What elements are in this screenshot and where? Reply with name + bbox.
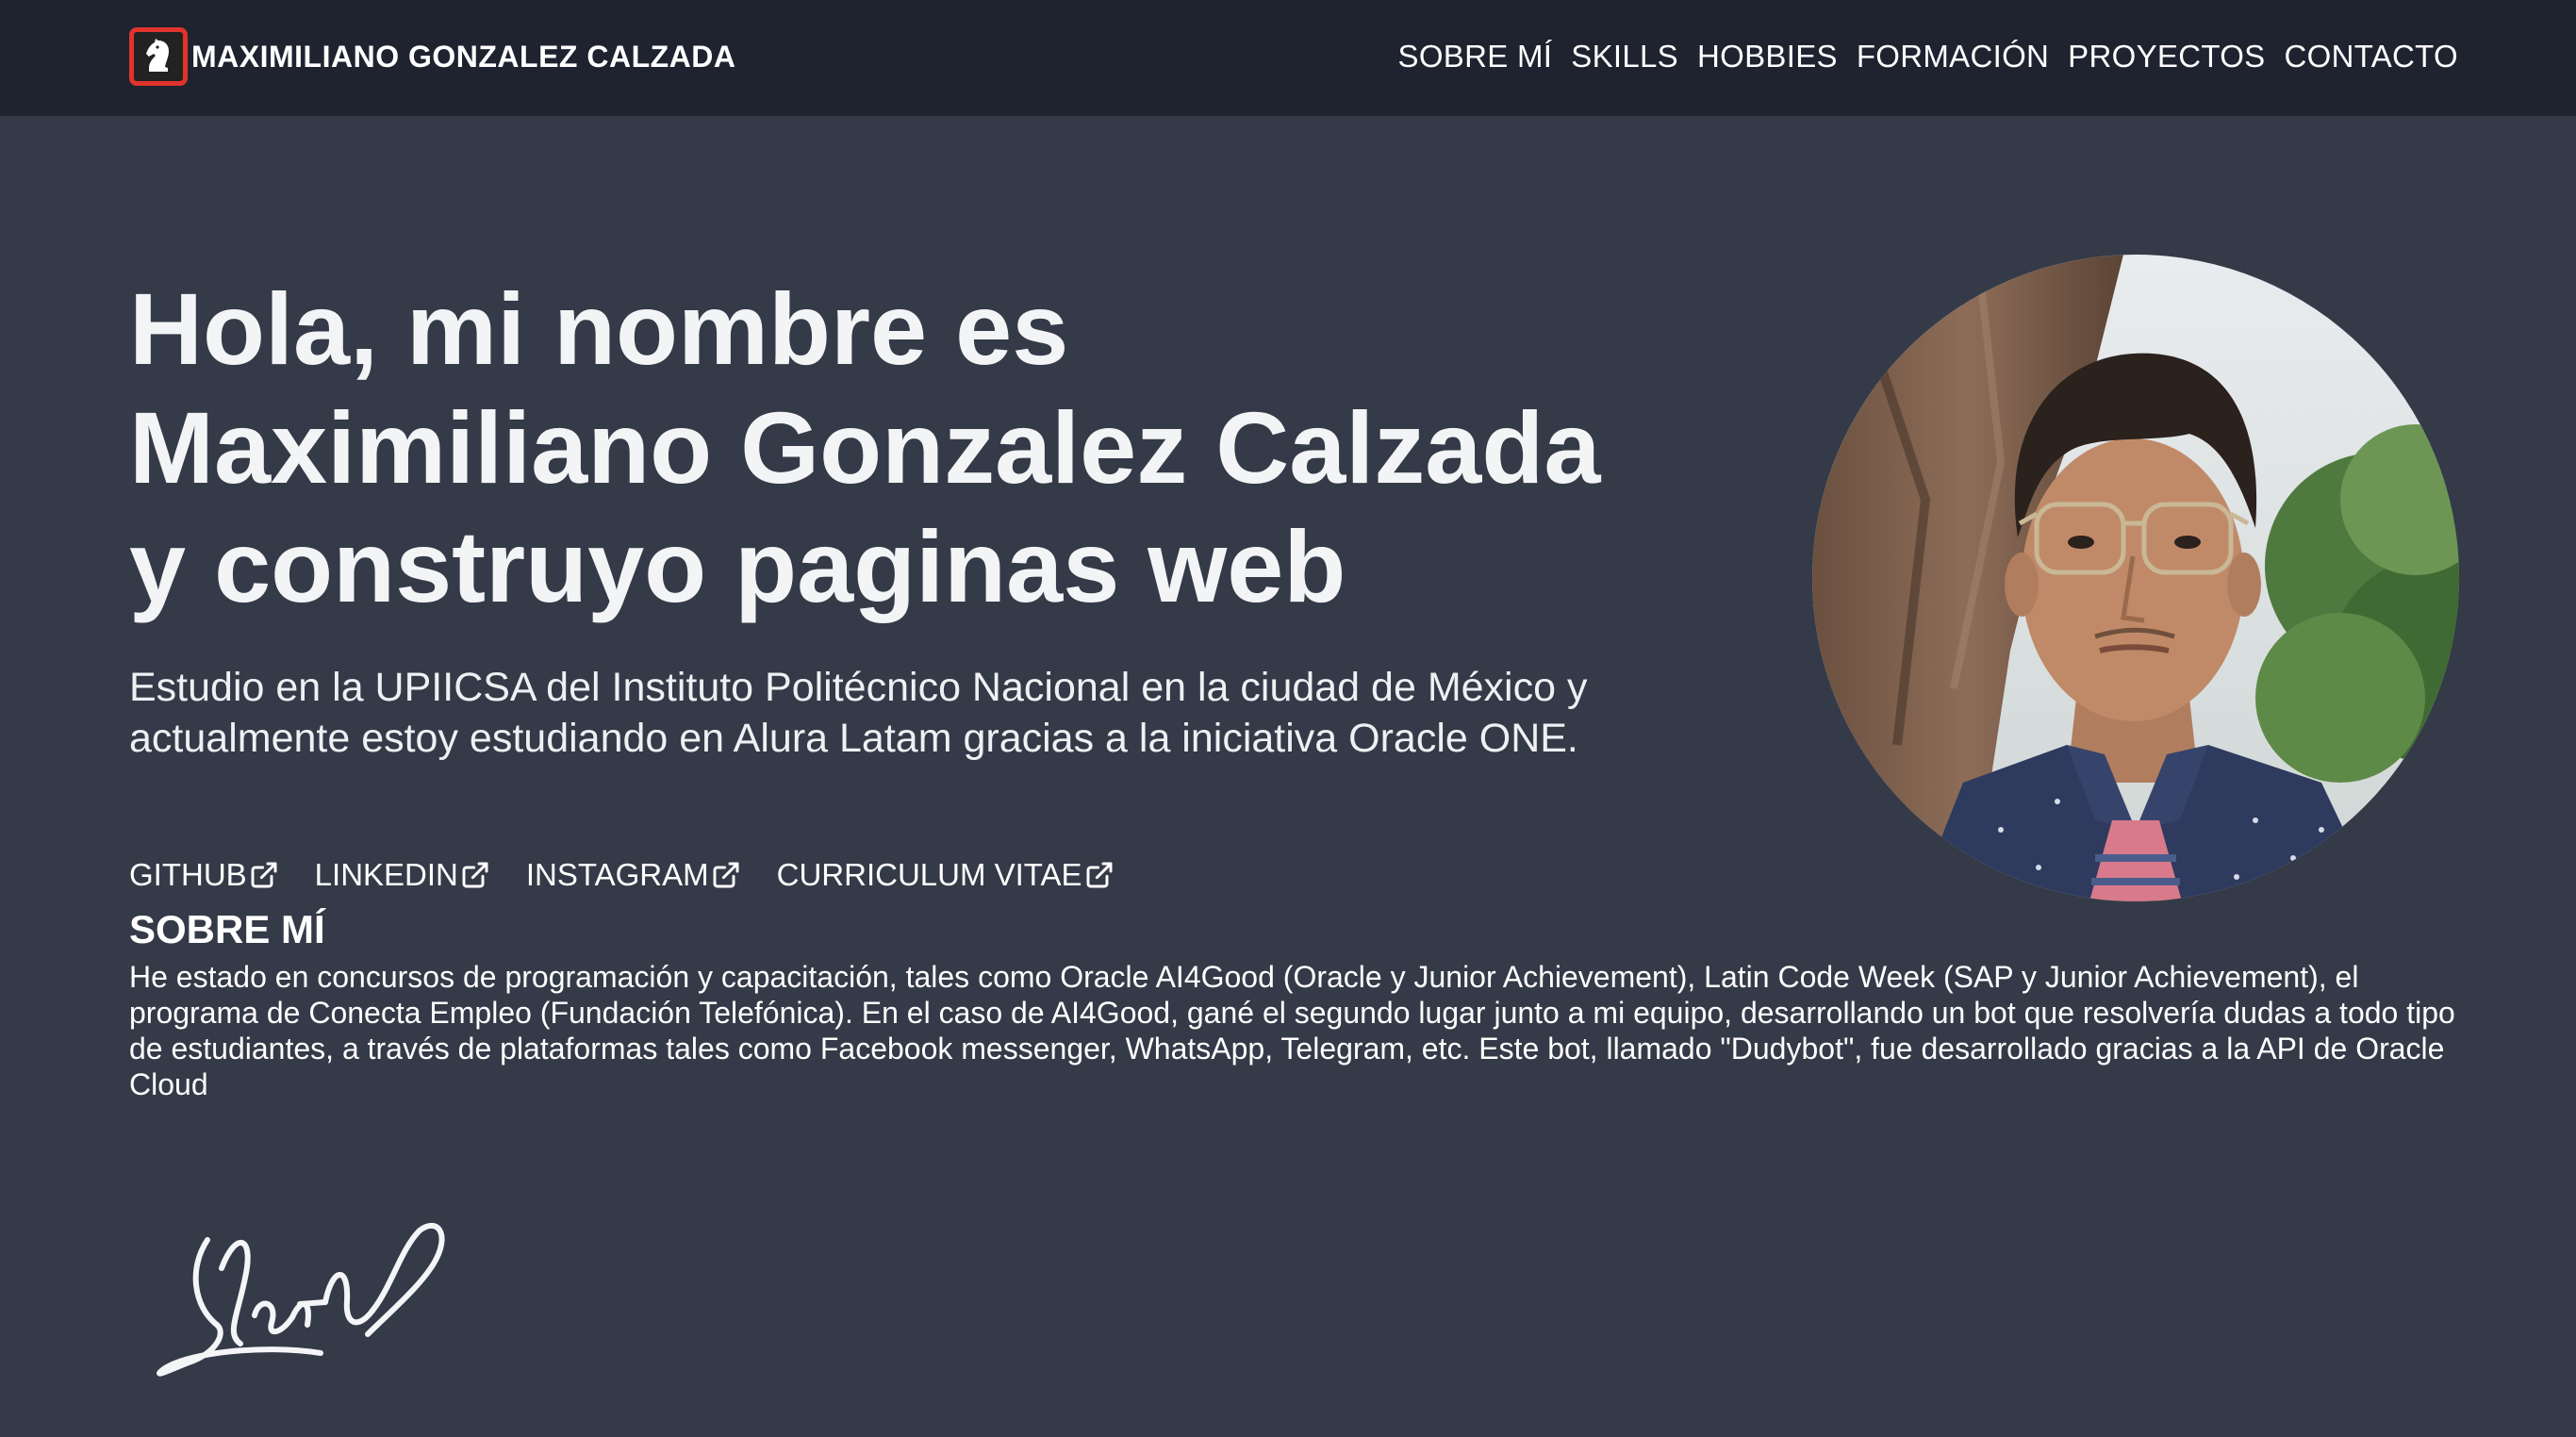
brand-name: MAXIMILIANO GONZALEZ CALZADA [191,39,736,74]
linkedin-link[interactable]: LINKEDIN [315,857,490,893]
external-link-icon [249,860,279,890]
nav-item-contacto[interactable]: CONTACTO [2284,39,2458,74]
nav-item-proyectos[interactable]: PROYECTOS [2068,39,2265,74]
linkedin-link-label: LINKEDIN [314,857,458,892]
social-links: GITHUB LINKEDIN INSTAGRAM CURRICULUM VIT… [129,853,1115,897]
main-nav: SOBRE MÍ SKILLS HOBBIES FORMACIÓN PROYEC… [1398,28,2458,85]
brand-home-link[interactable]: MAXIMILIANO GONZALEZ CALZADA [129,26,736,87]
instagram-link[interactable]: INSTAGRAM [526,857,741,893]
nav-item-skills[interactable]: SKILLS [1571,39,1678,74]
curriculum-vitae-link[interactable]: CURRICULUM VITAE [777,857,1115,893]
github-link-label: GITHUB [129,857,247,892]
nav-item-sobre-mi[interactable]: SOBRE MÍ [1398,39,1553,74]
external-link-icon [1084,860,1115,890]
hero-title-line-2: Maximiliano Gonzalez Calzada [129,390,1601,504]
nav-item-hobbies[interactable]: HOBBIES [1697,39,1838,74]
profile-photo [1812,255,2459,901]
about-heading: SOBRE MÍ [129,907,325,951]
github-link[interactable]: GITHUB [129,857,279,893]
about-text: He estado en concursos de programación y… [129,960,2455,1101]
hero-title-line-1: Hola, mi nombre es [129,272,1069,386]
curriculum-vitae-link-label: CURRICULUM VITAE [776,857,1082,892]
hero-title: Hola, mi nombre es Maximiliano Gonzalez … [129,270,1789,626]
hero-title-line-3: y construyo paginas web [129,509,1346,623]
hero-subtitle: Estudio en la UPIICSA del Instituto Poli… [129,665,1588,761]
instagram-link-label: INSTAGRAM [525,857,709,892]
signature [151,1212,481,1386]
nav-item-formacion[interactable]: FORMACIÓN [1857,39,2049,74]
chess-knight-icon [129,27,188,86]
external-link-icon [460,860,490,890]
external-link-icon [711,860,741,890]
top-navbar: MAXIMILIANO GONZALEZ CALZADA SOBRE MÍ SK… [0,0,2576,116]
